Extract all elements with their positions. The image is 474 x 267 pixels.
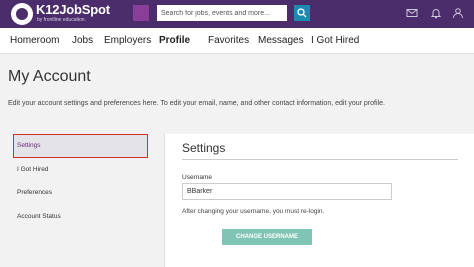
nav-i-got-hired[interactable]: I Got Hired xyxy=(311,35,359,46)
settings-panel: Settings Username After changing your us… xyxy=(164,134,474,267)
avatar[interactable] xyxy=(133,5,149,21)
change-username-button[interactable]: CHANGE USERNAME xyxy=(222,229,312,245)
bell-icon[interactable] xyxy=(430,7,442,19)
sidebar-item-preferences[interactable]: Preferences xyxy=(13,181,148,205)
logo-icon[interactable] xyxy=(11,3,33,25)
username-help-text: After changing your username, you must r… xyxy=(182,208,325,215)
nav-favorites[interactable]: Favorites xyxy=(208,35,249,46)
nav-profile[interactable]: Profile xyxy=(159,35,190,46)
search-icon xyxy=(297,8,307,18)
nav-homeroom[interactable]: Homeroom xyxy=(10,35,59,46)
top-bar: K12JobSpot by frontline education. xyxy=(0,0,474,28)
search-input[interactable] xyxy=(157,5,287,21)
mail-icon[interactable] xyxy=(406,7,418,19)
logo-text[interactable]: K12JobSpot xyxy=(36,2,110,17)
nav-jobs[interactable]: Jobs xyxy=(72,35,93,46)
main-nav: Homeroom Jobs Employers Profile Favorite… xyxy=(0,28,474,54)
username-label: Username xyxy=(182,174,212,181)
nav-employers[interactable]: Employers xyxy=(104,35,151,46)
search-button[interactable] xyxy=(294,5,310,21)
settings-title: Settings xyxy=(182,141,226,155)
username-input[interactable] xyxy=(182,183,392,200)
sidebar-item-settings[interactable]: Settings xyxy=(13,134,148,158)
person-icon[interactable] xyxy=(452,7,464,19)
page-title: My Account xyxy=(8,68,91,85)
divider xyxy=(182,159,458,160)
sidebar-item-i-got-hired[interactable]: I Got Hired xyxy=(13,158,148,182)
nav-messages[interactable]: Messages xyxy=(258,35,304,46)
logo-subtext: by frontline education. xyxy=(37,17,86,23)
sidebar-item-account-status[interactable]: Account Status xyxy=(13,205,148,229)
page-description: Edit your account settings and preferenc… xyxy=(8,100,385,107)
